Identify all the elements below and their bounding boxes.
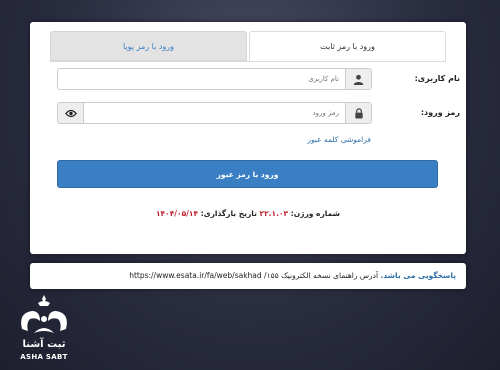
- logo-name-en: ASHA SABT: [20, 353, 68, 361]
- info-text: آدرس راهنمای نسخه الکترونیک ۱۵۵/ https:/…: [129, 271, 379, 280]
- forgot-password-link[interactable]: فراموشی کلمه عبور: [307, 135, 371, 144]
- logo-emblem-icon: [21, 295, 67, 333]
- brand-logo: ثبت آشنا ASHA SABT: [14, 293, 74, 365]
- tabs-divider: [50, 61, 446, 62]
- info-bar: پاسخگویی می باشد. آدرس راهنمای نسخه الکت…: [30, 263, 466, 289]
- version-label: شماره ورژن:: [290, 209, 341, 218]
- eye-icon[interactable]: [58, 103, 84, 123]
- tab-static-password[interactable]: ورود با رمز ثابت: [249, 31, 446, 61]
- username-input[interactable]: [58, 69, 345, 89]
- info-highlight: پاسخگویی می باشد.: [380, 271, 456, 280]
- password-label: رمز ورود:: [420, 108, 460, 117]
- upload-date: ۱۴۰۴/۰۵/۱۴: [155, 209, 199, 218]
- logo-name-fa: ثبت آشنا: [22, 339, 66, 350]
- password-group: [57, 102, 372, 124]
- upload-date-label: تاریخ بارگذاری:: [200, 209, 257, 218]
- version-info: شماره ورژن: ۲۲.۱.۰۳ تاریخ بارگذاری: ۱۴۰۴…: [30, 209, 466, 218]
- version-number: ۲۲.۱.۰۳: [259, 209, 289, 218]
- tab-dynamic-password[interactable]: ورود با رمز پویا: [50, 31, 247, 61]
- user-icon: [345, 69, 371, 89]
- username-label: نام کاربری:: [414, 74, 460, 83]
- login-button[interactable]: ورود با رمز عبور: [57, 160, 438, 188]
- login-tabs: ورود با رمز پویا ورود با رمز ثابت: [50, 31, 446, 61]
- login-card: ورود با رمز پویا ورود با رمز ثابت نام کا…: [30, 22, 466, 254]
- username-group: [57, 68, 372, 90]
- lock-icon: [345, 103, 371, 123]
- password-input[interactable]: [84, 103, 345, 123]
